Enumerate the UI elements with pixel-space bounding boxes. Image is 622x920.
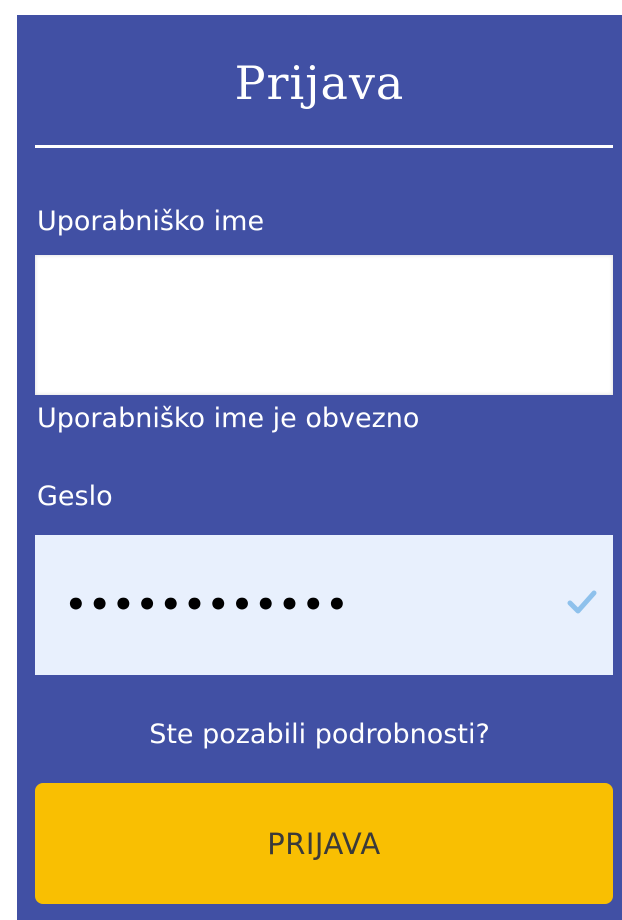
- forgot-details-link[interactable]: Ste pozabili podrobnosti?: [17, 718, 622, 752]
- login-button[interactable]: PRIJAVA: [35, 783, 613, 904]
- password-label: Geslo: [37, 481, 113, 512]
- username-label: Uporabniško ime: [37, 206, 265, 237]
- title-divider: [35, 145, 613, 148]
- password-input[interactable]: [35, 535, 613, 675]
- username-error-message: Uporabniško ime je obvezno: [37, 403, 420, 434]
- username-input[interactable]: [35, 255, 613, 395]
- login-panel: Prijava Uporabniško ime Uporabniško ime …: [17, 15, 622, 920]
- checkmark-icon: [567, 590, 597, 614]
- page-title: Prijava: [234, 56, 405, 110]
